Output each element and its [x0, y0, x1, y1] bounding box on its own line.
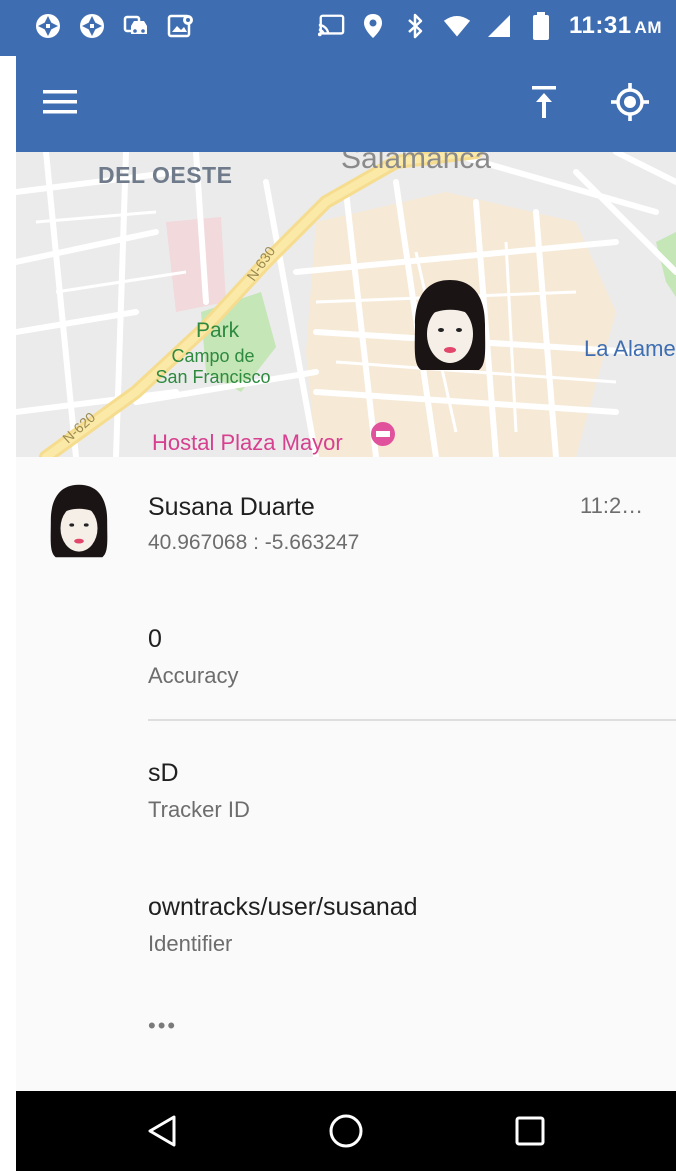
- contact-name: Susana Duarte: [148, 493, 315, 521]
- status-system-icons: 11:31 AM: [317, 12, 662, 40]
- back-button[interactable]: [138, 1109, 186, 1157]
- accuracy-value: 0: [148, 625, 162, 653]
- my-location-icon: [609, 81, 651, 128]
- cast-icon: [317, 12, 345, 40]
- contact-details-sheet: Susana Duarte 40.967068 : -5.663247 11:2…: [16, 457, 676, 1091]
- map-view[interactable]: N-630 N-620 DEL OESTE Salamanca Park Cam…: [16, 152, 676, 457]
- recents-button[interactable]: [506, 1109, 554, 1157]
- signal-icon: [485, 12, 513, 40]
- app-bar: [16, 56, 676, 152]
- contact-coordinates: 40.967068 : -5.663247: [148, 531, 360, 554]
- menu-icon: [43, 89, 77, 120]
- navigation-bar: [16, 1091, 676, 1171]
- divider: [148, 719, 676, 721]
- upload-top-icon: [532, 85, 556, 124]
- street-label: La Alame: [584, 336, 676, 361]
- contact-avatar: [46, 483, 112, 559]
- identifier-label: Identifier: [148, 931, 233, 956]
- publish-button[interactable]: [518, 78, 570, 130]
- aperture-icon: [78, 12, 106, 40]
- battery-icon: [527, 12, 555, 40]
- identifier-value: owntracks/user/susanad: [148, 893, 418, 921]
- home-button[interactable]: [322, 1109, 370, 1157]
- location-pin-icon: [359, 12, 387, 40]
- bluetooth-icon: [401, 12, 429, 40]
- avatar-icon: [414, 280, 486, 370]
- more-button[interactable]: •••: [148, 1013, 177, 1039]
- park-name-label: Campo de San Francisco: [155, 346, 271, 387]
- district-label: DEL OESTE: [98, 162, 233, 188]
- back-icon: [146, 1114, 178, 1153]
- aperture-icon: [34, 12, 62, 40]
- poi-label[interactable]: Hostal Plaza Mayor: [152, 432, 343, 454]
- menu-button[interactable]: [34, 78, 86, 130]
- tracker-id-value: sD: [148, 759, 179, 787]
- status-bar: 11:31 AM: [0, 0, 676, 56]
- city-label: Salamanca: [341, 152, 492, 175]
- wifi-icon: [443, 12, 471, 40]
- car-icon: [122, 12, 150, 40]
- map-tiles: N-630 N-620: [16, 152, 676, 457]
- avatar-icon: [50, 484, 108, 558]
- status-time: 11:31 AM: [568, 12, 662, 39]
- contact-timestamp: 11:2…: [580, 493, 644, 518]
- location-photo-icon: [166, 12, 194, 40]
- home-icon: [328, 1113, 364, 1154]
- contact-map-marker[interactable]: [409, 278, 491, 372]
- recents-icon: [514, 1115, 546, 1152]
- accuracy-label: Accuracy: [148, 663, 239, 688]
- park-label: Park: [196, 319, 240, 342]
- my-location-button[interactable]: [604, 78, 656, 130]
- status-notification-icons: [34, 12, 194, 40]
- tracker-id-label: Tracker ID: [148, 797, 250, 822]
